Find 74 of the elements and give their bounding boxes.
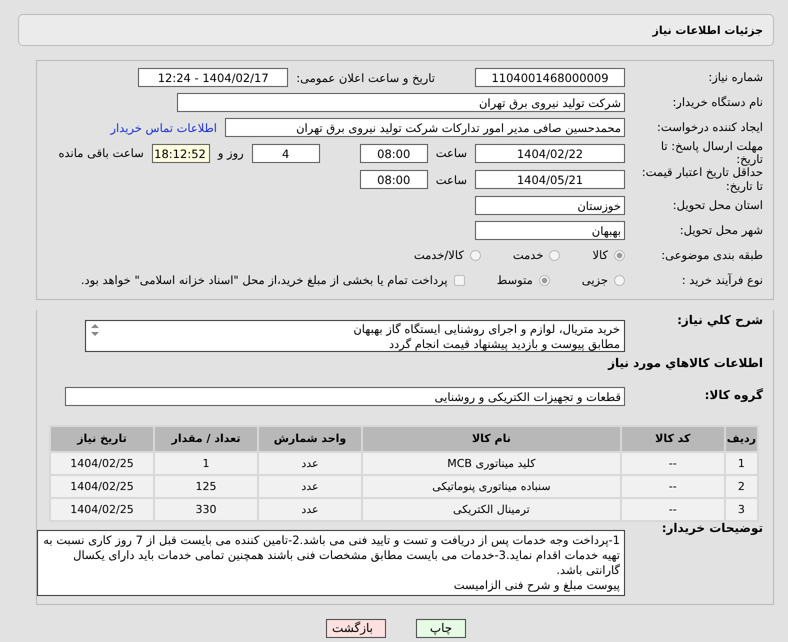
buyer-contact-link[interactable]: اطلاعات تماس خریدار bbox=[110, 120, 217, 134]
column-header: ردیف bbox=[726, 426, 757, 451]
buyer-notes-field: 1-پرداخت وجه خدمات پس از دریافت و تست و تایید فنی می باشد.2-تامین کننده می بایست قبل از 7 روز کاری نسبت به تهیه خدمات اقدام نماید.3-خدمات می بایست مطابق مشخصات فنی باشند همچنین تمامی خدمات باید دارای یکسال گارانتی باشد. پیوست مبلغ و شرح فنی الزامیست bbox=[37, 530, 625, 596]
table-cell: 125 bbox=[155, 476, 257, 497]
action-button[interactable]: چاپ bbox=[416, 618, 466, 638]
table-cell: 1404/02/25 bbox=[51, 452, 153, 474]
radio-button[interactable] bbox=[614, 250, 625, 261]
field-label: مهلت ارسال پاسخ: تا تاریخ: bbox=[660, 140, 763, 166]
time-field: 08:00 bbox=[360, 170, 428, 190]
column-header: واحد شمارش bbox=[259, 426, 361, 451]
table-cell: 1 bbox=[726, 452, 757, 474]
field-label: طبقه بندی موضوعی: bbox=[660, 248, 763, 262]
field-label: شماره نیاز: bbox=[707, 70, 763, 84]
city-field: بهبهان bbox=[475, 220, 625, 240]
field-label: تاریخ و ساعت اعلان عمومی: bbox=[296, 70, 435, 84]
date-field: 1404/05/21 bbox=[475, 170, 625, 190]
table-cell: عدد bbox=[259, 498, 361, 520]
column-header: تاریخ نیاز bbox=[51, 426, 153, 451]
table-cell: عدد bbox=[259, 452, 361, 474]
checkbox[interactable] bbox=[454, 274, 465, 286]
radio-button[interactable] bbox=[538, 274, 550, 286]
table-cell: 2 bbox=[726, 476, 757, 497]
option-label: پرداخت تمام یا بخشی از مبلغ خرید،از محل "اسناد خزانه اسلامی" خواهد بود. bbox=[80, 273, 448, 288]
field-label: ساعت باقی مانده bbox=[58, 146, 144, 160]
column-header: نام کالا bbox=[363, 426, 620, 451]
option-label: کالا/خدمت bbox=[414, 248, 464, 262]
field-label: استان محل تحویل: bbox=[672, 198, 763, 212]
table-cell: سنباده میناتوری پنوماتیکی bbox=[363, 476, 620, 497]
option-label: متوسط bbox=[496, 273, 533, 288]
date-field: 1404/02/22 bbox=[475, 144, 625, 163]
field-label: روز و bbox=[218, 146, 244, 160]
field-label: ایجاد کننده درخواست: bbox=[656, 120, 763, 134]
option-label: خدمت bbox=[512, 248, 544, 262]
scroll-arrows-icon bbox=[90, 322, 100, 337]
column-header: تعداد / مقدار bbox=[155, 426, 257, 451]
field-label: ساعت bbox=[436, 172, 467, 187]
action-button[interactable]: بازگشت bbox=[326, 618, 386, 638]
table-cell: 3 bbox=[726, 498, 757, 520]
province-field: خوزستان bbox=[475, 196, 625, 215]
field-label: توضیحات خریدار: bbox=[660, 522, 763, 536]
radio-button[interactable] bbox=[614, 274, 625, 286]
table-cell: 1404/02/25 bbox=[51, 498, 153, 520]
remaining-time-field: 18:12:52 bbox=[152, 144, 210, 163]
goods-group-field: قطعات و تجهیزات الکتریکی و روشنایی bbox=[65, 386, 625, 406]
table-cell: -- bbox=[622, 452, 724, 474]
buyer-field: شرکت تولید نیروی برق تهران bbox=[177, 93, 625, 112]
column-header: کد کالا bbox=[622, 426, 724, 451]
table-cell: 1 bbox=[155, 452, 257, 474]
table-cell: -- bbox=[622, 498, 724, 520]
field-label: شرح کلي نياز: bbox=[676, 314, 763, 328]
radio-button[interactable] bbox=[470, 250, 481, 261]
option-label: کالا bbox=[592, 248, 608, 262]
field-label: ساعت bbox=[436, 146, 467, 160]
table-cell: -- bbox=[622, 476, 724, 497]
field-label: حداقل تاریخ اعتبار قیمت: تا تاریخ: bbox=[640, 166, 763, 193]
field-label: شهر محل تحویل: bbox=[678, 224, 763, 237]
need-number-field: 1104001468000009 bbox=[475, 68, 625, 87]
page-title: جزئیات اطلاعات نیاز bbox=[652, 24, 763, 36]
table-cell: کلید میناتوری MCB bbox=[363, 452, 620, 474]
requester-field: محمدحسین صافی مدیر امور تدارکات شرکت تولید نیروی برق تهران bbox=[225, 118, 625, 137]
table-cell: ترمینال الکتریکی bbox=[363, 498, 620, 520]
field-label: نام دستگاه خریدار: bbox=[671, 96, 763, 110]
days-field: 4 bbox=[252, 144, 320, 163]
table-cell: عدد bbox=[259, 476, 361, 497]
radio-button[interactable] bbox=[549, 250, 560, 261]
section-title: اطلاعات کالاهاي مورد نياز bbox=[606, 354, 764, 372]
time-field: 08:00 bbox=[360, 144, 428, 163]
field-label: نوع فرآیند خرید : bbox=[680, 274, 763, 287]
description-field: خرید متریال، لوازم و اجرای روشنایی ایستگاه گاز بهبهان مطابق پیوست و بازدید پیشنهاد قیمت انجام گردد bbox=[85, 320, 625, 352]
announce-date-field: 1404/02/17 - 12:24 bbox=[138, 68, 288, 87]
table-cell: 1404/02/25 bbox=[51, 476, 153, 497]
field-label: گروه کالا: bbox=[704, 389, 763, 404]
table-cell: 330 bbox=[155, 498, 257, 520]
option-label: جزیی bbox=[582, 273, 608, 288]
